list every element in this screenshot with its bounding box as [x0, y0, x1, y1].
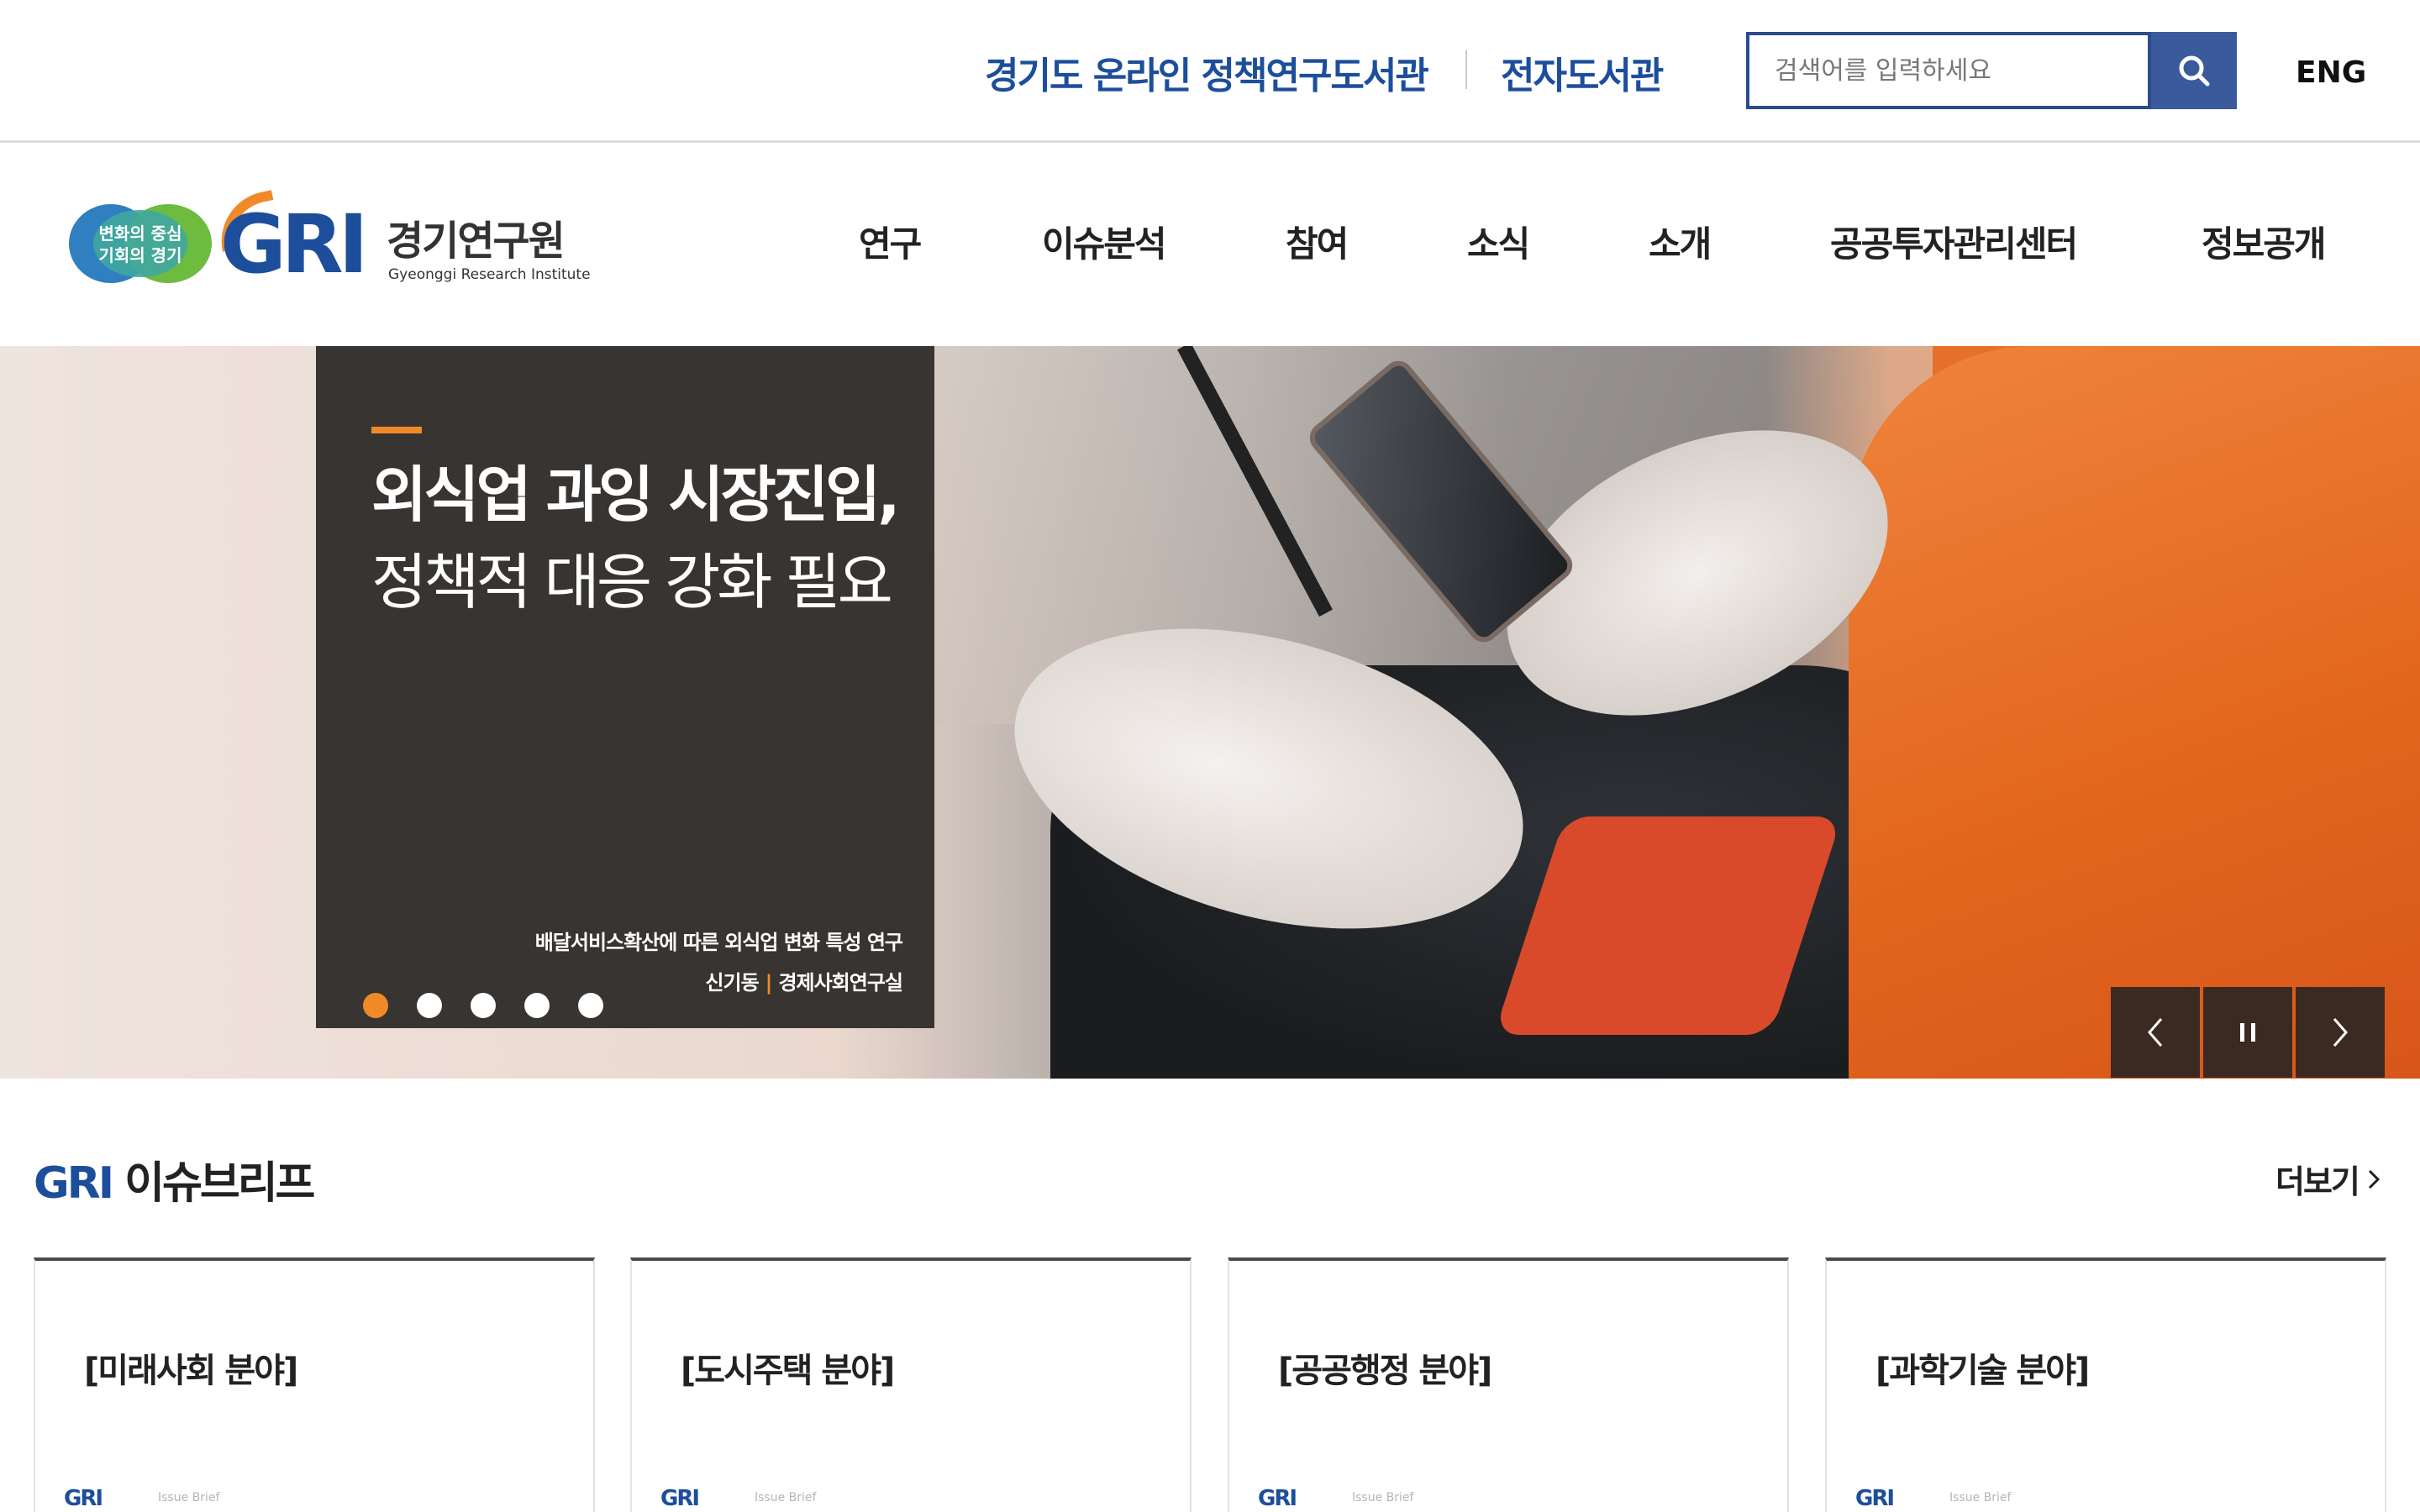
english-link[interactable]: ENG — [2296, 55, 2366, 90]
logo-brand: GRI — [220, 197, 368, 291]
nav-issue-analysis[interactable]: 이슈분석 — [1042, 216, 1167, 267]
card-gri-logo: GRI — [660, 1486, 700, 1511]
issue-brief-title: 이슈브리프 — [112, 1158, 315, 1209]
hero-author: 신기동 — [705, 971, 759, 995]
slider-next-button[interactable] — [2296, 987, 2385, 1078]
logo-name-en: Gyeonggi Research Institute — [388, 266, 591, 283]
card-subtitle: Issue Brief — [755, 1491, 817, 1504]
e-library-link[interactable]: 전자도서관 — [1501, 45, 1664, 99]
card-gri-logo: GRI — [64, 1486, 103, 1511]
slider-pause-button[interactable] — [2203, 987, 2292, 1078]
hero-department: 경제사회연구실 — [778, 971, 903, 995]
issue-brief-heading: GRI 이슈브리프 — [34, 1147, 315, 1210]
slider-prev-button[interactable] — [2111, 987, 2200, 1078]
card-gri-logo: GRI — [1258, 1486, 1297, 1511]
slide-dot-2[interactable] — [417, 993, 442, 1018]
nav-public-investment-center[interactable]: 공공투자관리센터 — [1830, 216, 2078, 267]
card-gri-logo: GRI — [1855, 1486, 1895, 1511]
nav-research[interactable]: 연구 — [859, 216, 922, 267]
slide-dot-1[interactable] — [363, 993, 388, 1018]
hero-title-line1: 외식업 과잉 시장진입, — [371, 459, 901, 530]
issue-card-public-administration[interactable]: [공공행정 분야] GRI Issue Brief — [1228, 1257, 1789, 1512]
main-header: 변화의 중심 기회의 경기 GRI 경기연구원 Gyeonggi Researc… — [0, 145, 2420, 346]
site-logo[interactable]: 변화의 중심 기회의 경기 GRI 경기연구원 Gyeonggi Researc… — [69, 190, 591, 297]
slide-indicators — [363, 993, 603, 1018]
card-title: [도시주택 분야] — [681, 1352, 895, 1390]
issue-brief-brand: GRI — [34, 1158, 114, 1209]
chevron-left-icon — [2148, 1018, 2163, 1047]
card-title: [미래사회 분야] — [84, 1352, 298, 1390]
hero-author-line: 신기동 | 경제사회연구실 — [705, 971, 903, 995]
hero-caption-card[interactable]: 외식업 과잉 시장진입, 정책적 대응 강화 필요 배달서비스확산에 따른 외식… — [316, 346, 934, 1028]
pause-icon — [2240, 1023, 2255, 1042]
card-subtitle: Issue Brief — [1949, 1491, 2012, 1504]
utility-bar: 경기도 온라인 정책연구도서관 전자도서관 ENG — [0, 0, 2420, 143]
hero-slider: 외식업 과잉 시장진입, 정책적 대응 강화 필요 배달서비스확산에 따른 외식… — [0, 346, 2420, 1079]
badge-line1: 변화의 중심 — [99, 223, 182, 244]
nav-about[interactable]: 소개 — [1649, 216, 1712, 267]
slogan-badge: 변화의 중심 기회의 경기 — [69, 204, 212, 283]
issue-card-urban-housing[interactable]: [도시주택 분야] GRI Issue Brief — [630, 1257, 1192, 1512]
hero-report-title: 배달서비스확산에 따른 외식업 변화 특성 연구 — [534, 931, 903, 954]
more-label: 더보기 — [2275, 1163, 2360, 1200]
nav-information-disclosure[interactable]: 정보공개 — [2202, 216, 2327, 267]
search-icon — [2179, 55, 2210, 87]
nav-news[interactable]: 소식 — [1467, 216, 1530, 267]
more-button[interactable]: 더보기 — [2275, 1156, 2381, 1202]
card-title: [공공행정 분야] — [1278, 1352, 1492, 1390]
logo-name-ko: 경기연구원 — [387, 218, 566, 265]
slide-dot-3[interactable] — [471, 993, 496, 1018]
chevron-right-icon — [2333, 1018, 2348, 1047]
slide-dot-5[interactable] — [578, 993, 603, 1018]
search-box — [1746, 32, 2151, 109]
utility-divider — [1465, 50, 1467, 89]
chevron-right-icon — [2368, 1169, 2381, 1189]
search-button[interactable] — [2151, 32, 2237, 109]
policy-library-link[interactable]: 경기도 온라인 정책연구도서관 — [985, 45, 1429, 99]
slide-dot-4[interactable] — [524, 993, 550, 1018]
issue-card-science-technology[interactable]: [과학기술 분야] GRI Issue Brief — [1825, 1257, 2386, 1512]
badge-line2: 기회의 경기 — [99, 245, 182, 265]
issue-card-future-society[interactable]: [미래사회 분야] GRI Issue Brief — [34, 1257, 595, 1512]
card-subtitle: Issue Brief — [158, 1491, 220, 1504]
card-title: [과학기술 분야] — [1876, 1352, 2090, 1390]
title-accent-bar — [371, 427, 422, 433]
search-input[interactable] — [1749, 35, 2148, 106]
hero-title-line2: 정책적 대응 강화 필요 — [371, 547, 893, 617]
card-subtitle: Issue Brief — [1352, 1491, 1414, 1504]
nav-participation[interactable]: 참여 — [1286, 216, 1349, 267]
